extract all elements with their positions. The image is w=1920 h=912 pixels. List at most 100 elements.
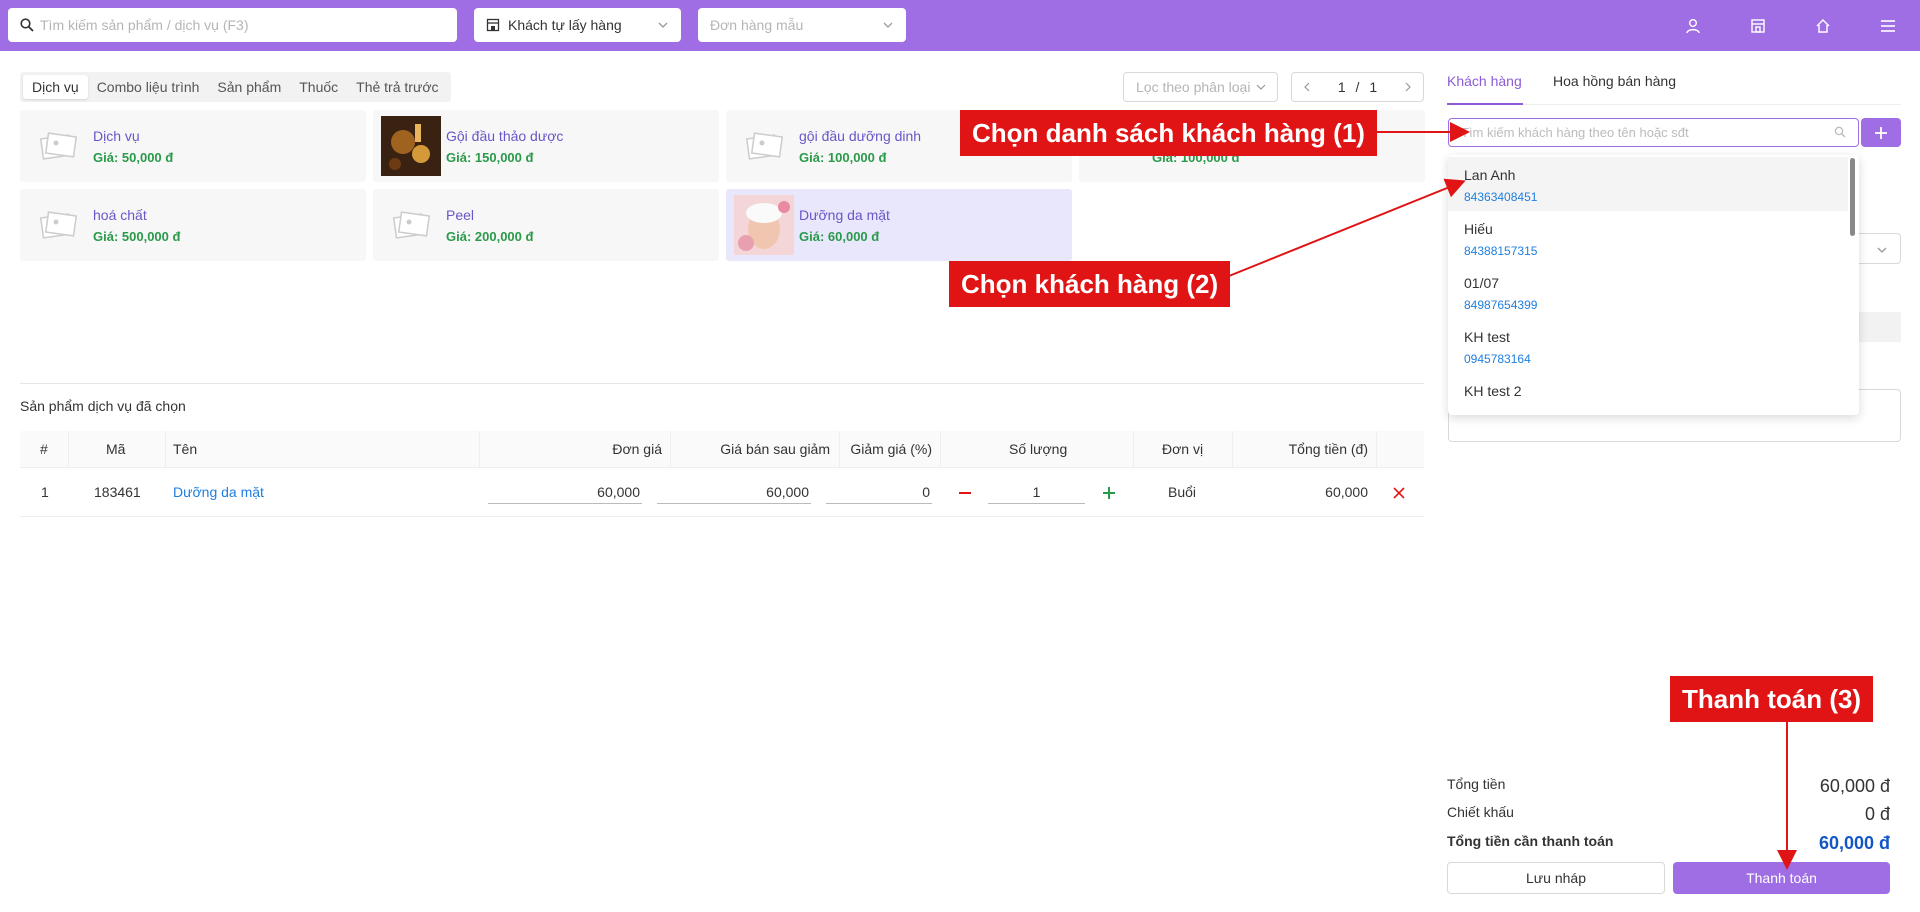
tab-medicine[interactable]: Thuốc [290, 75, 347, 99]
dropdown-scrollbar[interactable] [1850, 158, 1855, 236]
table-header: # Mã Tên Đơn giá Giá bán sau giảm Giảm g… [20, 431, 1424, 468]
col-quantity: Số lượng [1009, 441, 1068, 457]
customer-option[interactable]: 01/07 84987654399 [1448, 265, 1848, 319]
tab-products[interactable]: Sản phẩm [208, 75, 290, 99]
customer-name: Hiếu [1464, 221, 1493, 237]
col-unit-price: Đơn giá [612, 441, 662, 457]
delete-icon[interactable] [1392, 486, 1406, 500]
product-price: Giá: 100,000 đ [799, 150, 887, 165]
tab-customer[interactable]: Khách hàng [1447, 73, 1522, 89]
column-separator [670, 431, 671, 468]
delivery-select[interactable]: Khách tự lấy hàng [474, 8, 681, 42]
menu-icon [1880, 19, 1895, 32]
product-card[interactable]: hoá chất Giá: 500,000 đ [20, 189, 366, 261]
column-separator [68, 431, 69, 468]
minus-icon[interactable] [957, 485, 973, 501]
store-button[interactable] [1725, 0, 1790, 51]
col-sale-price: Giá bán sau giảm [720, 441, 830, 457]
active-tab-indicator [1447, 103, 1523, 105]
customer-search-input[interactable]: Tìm kiếm khách hàng theo tên hoặc sđt [1448, 118, 1859, 147]
col-unit: Đơn vị [1162, 441, 1204, 457]
table-row: 1 183461 Dưỡng da mặt 60,000 60,000 0 1 … [20, 468, 1424, 517]
page-total: 1 [1369, 79, 1378, 95]
customer-search-placeholder: Tìm kiếm khách hàng theo tên hoặc sđt [1461, 125, 1689, 140]
category-filter-select[interactable]: Lọc theo phân loại [1123, 72, 1278, 102]
tab-prepaid-card[interactable]: Thẻ trả trước [347, 75, 447, 99]
customer-name: KH test 2 [1464, 383, 1522, 399]
row-unit: Buổi [1168, 484, 1197, 500]
page-separator: / [1355, 79, 1360, 95]
search-icon [1834, 126, 1846, 138]
row-total: 60,000 [1325, 484, 1368, 500]
customer-phone: 0945783164 [1464, 352, 1531, 366]
customer-dropdown: Lan Anh 84363408451 Hiếu 84388157315 01/… [1448, 155, 1859, 415]
product-name: hoá chất [93, 207, 147, 223]
save-draft-button[interactable]: Lưu nháp [1447, 862, 1665, 894]
chevron-down-icon [1257, 84, 1266, 90]
product-card[interactable]: Gội đầu thảo dược Giá: 150,000 đ [373, 110, 719, 182]
prev-page-icon[interactable] [1302, 82, 1312, 92]
col-code: Mã [106, 441, 126, 457]
chevron-down-icon [1877, 247, 1887, 253]
total-value: 60,000 đ [1819, 776, 1890, 796]
row-code: 183461 [94, 484, 141, 500]
discount-value: 0 đ [1864, 804, 1890, 824]
add-customer-button[interactable] [1861, 118, 1901, 147]
customer-option[interactable]: Lan Anh 84363408451 [1448, 157, 1848, 211]
tab-combo[interactable]: Combo liệu trình [88, 75, 209, 99]
product-search-placeholder: Tìm kiếm sản phẩm / dịch vụ (F3) [40, 17, 249, 33]
quantity-input[interactable]: 1 [988, 478, 1085, 504]
delivery-select-value: Khách tự lấy hàng [508, 17, 622, 33]
menu-button[interactable] [1855, 0, 1920, 51]
chevron-down-icon [883, 22, 893, 28]
category-filter-placeholder: Lọc theo phân loại [1136, 79, 1251, 95]
product-price: Giá: 150,000 đ [446, 150, 534, 165]
pay-button[interactable]: Thanh toán [1673, 862, 1890, 894]
home-button[interactable] [1790, 0, 1855, 51]
product-name: Dịch vụ [93, 128, 140, 144]
column-separator [839, 431, 840, 468]
next-page-icon[interactable] [1403, 82, 1413, 92]
col-discount: Giảm giá (%) [850, 441, 932, 457]
order-template-select[interactable]: Đơn hàng mẫu [698, 8, 906, 42]
product-price: Giá: 200,000 đ [446, 229, 534, 244]
discount-label: Chiết khấu [1447, 804, 1514, 820]
product-price: Giá: 500,000 đ [93, 229, 181, 244]
product-name: gội đầu dưỡng dinh [799, 128, 922, 144]
payable-value: 60,000 đ [1818, 833, 1890, 853]
tab-sales-commission[interactable]: Hoa hồng bán hàng [1553, 73, 1676, 89]
annotation-step3: Thanh toán (3) [1670, 676, 1874, 722]
customer-option[interactable]: KH test 0945783164 [1448, 319, 1848, 373]
page-current[interactable]: 1 [1338, 79, 1346, 95]
annotation-step2: Chọn khách hàng (2) [949, 261, 1231, 307]
row-name-link[interactable]: Dưỡng da mặt [173, 484, 264, 500]
search-icon [20, 18, 34, 32]
product-card[interactable]: Dịch vụ Giá: 50,000 đ [20, 110, 366, 182]
product-name: Peel [446, 207, 475, 223]
customer-phone: 84388157315 [1464, 244, 1538, 258]
customer-option[interactable]: KH test 2 [1448, 373, 1848, 415]
order-template-placeholder: Đơn hàng mẫu [710, 17, 804, 33]
section-divider [20, 383, 1424, 384]
customer-phone: 84987654399 [1464, 298, 1538, 312]
image-placeholder-icon [381, 195, 441, 255]
discount-input[interactable]: 0 [826, 478, 932, 504]
product-search-input[interactable]: Tìm kiếm sản phẩm / dịch vụ (F3) [8, 8, 457, 42]
column-separator [1376, 431, 1377, 468]
customer-option[interactable]: Hiếu 84388157315 [1448, 211, 1848, 265]
unit-price-input[interactable]: 60,000 [488, 478, 642, 504]
product-card[interactable]: Peel Giá: 200,000 đ [373, 189, 719, 261]
category-tabs: Dịch vụ Combo liệu trình Sản phẩm Thuốc … [20, 72, 451, 102]
customer-name: Lan Anh [1464, 167, 1516, 183]
column-separator [1232, 431, 1233, 468]
store-icon [1750, 18, 1765, 33]
product-card-selected[interactable]: Dưỡng da mặt Giá: 60,000 đ [726, 189, 1072, 261]
plus-icon[interactable] [1101, 485, 1117, 501]
tab-services[interactable]: Dịch vụ [23, 75, 88, 99]
col-name: Tên [173, 441, 198, 457]
pager: 1 / 1 [1291, 72, 1424, 102]
user-button[interactable] [1660, 0, 1725, 51]
sale-price-input[interactable]: 60,000 [657, 478, 811, 504]
column-separator [1133, 431, 1134, 468]
selected-items-title: Sản phẩm dịch vụ đã chọn [20, 398, 186, 414]
